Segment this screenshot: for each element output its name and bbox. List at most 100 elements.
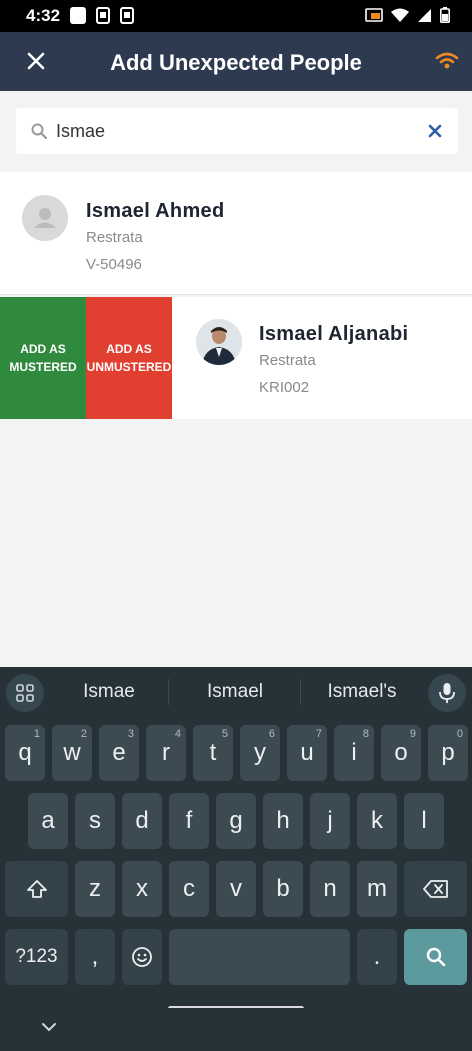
search-box: [16, 108, 458, 154]
person-row[interactable]: Ismael Ahmed Restrata V-50496: [0, 172, 472, 295]
cast-icon: [365, 7, 383, 28]
key-label: y: [254, 739, 266, 766]
suggestion-bar: Ismae Ismael Ismael's: [0, 667, 472, 719]
suggestion-item[interactable]: Ismael: [175, 681, 295, 703]
key-x[interactable]: x: [122, 861, 162, 917]
backspace-icon: [422, 880, 448, 898]
action-label: MUSTERED: [9, 360, 77, 374]
key-label: o: [394, 739, 408, 766]
key-e[interactable]: e3: [99, 725, 139, 781]
key-i[interactable]: i8: [334, 725, 374, 781]
status-icons: [365, 7, 450, 28]
key-hint: 5: [221, 728, 228, 740]
key-hint: 0: [456, 728, 463, 740]
key-c[interactable]: c: [169, 861, 209, 917]
wifi-icon: [435, 52, 459, 69]
avatar: [196, 319, 242, 365]
key-a[interactable]: a: [28, 793, 68, 849]
key-p[interactable]: p0: [428, 725, 468, 781]
keyboard: Ismae Ismael Ismael's q1 w2 e3 r4 t5 y6 …: [0, 667, 472, 1051]
person-row-swiped[interactable]: ADD AS MUSTERED ADD AS UNMUSTERED Ismael A…: [0, 297, 472, 419]
key-h[interactable]: h: [263, 793, 303, 849]
key-j[interactable]: j: [310, 793, 350, 849]
key-f[interactable]: f: [169, 793, 209, 849]
key-hint: 8: [362, 728, 369, 740]
search-icon: [30, 122, 48, 140]
signal-icon: [417, 8, 432, 28]
action-label: ADD AS: [106, 342, 152, 356]
shift-key[interactable]: [5, 861, 68, 917]
key-label: q: [18, 739, 32, 766]
person-name: Ismael Ahmed: [86, 200, 225, 222]
person-id: V-50496: [86, 256, 142, 273]
key-label: w: [63, 739, 81, 766]
app-bar: Add Unexpected People: [0, 32, 472, 91]
search-icon: [426, 947, 445, 967]
key-hint: 9: [409, 728, 416, 740]
clipboard-icon: [120, 7, 136, 24]
suggestion-item[interactable]: Ismael's: [302, 681, 422, 703]
key-hint: 4: [174, 728, 181, 740]
search-input[interactable]: [56, 108, 416, 154]
search-key[interactable]: [404, 929, 467, 985]
key-label: i: [351, 739, 357, 766]
close-icon: [428, 124, 442, 138]
key-d[interactable]: d: [122, 793, 162, 849]
key-b[interactable]: b: [263, 861, 303, 917]
key-u[interactable]: u7: [287, 725, 327, 781]
period-key[interactable]: .: [357, 929, 397, 985]
key-n[interactable]: n: [310, 861, 350, 917]
keyboard-menu-button[interactable]: [6, 674, 44, 712]
key-hint: 6: [268, 728, 275, 740]
key-k[interactable]: k: [357, 793, 397, 849]
divider: [168, 679, 169, 705]
key-z[interactable]: z: [75, 861, 115, 917]
suggestion-item[interactable]: Ismae: [49, 681, 169, 703]
add-as-unmustered-button[interactable]: ADD AS UNMUSTERED: [86, 297, 172, 419]
key-r[interactable]: r4: [146, 725, 186, 781]
key-s[interactable]: s: [75, 793, 115, 849]
symbols-key[interactable]: ?123: [5, 929, 68, 985]
key-hint: 3: [127, 728, 134, 740]
backspace-key[interactable]: [404, 861, 467, 917]
notification-icon: [70, 7, 86, 24]
key-label: r: [162, 739, 170, 766]
key-v[interactable]: v: [216, 861, 256, 917]
space-key[interactable]: [169, 929, 350, 985]
key-q[interactable]: q1: [5, 725, 45, 781]
comma-key[interactable]: ,: [75, 929, 115, 985]
battery-icon: [440, 7, 450, 28]
key-label: u: [300, 739, 314, 766]
microphone-icon: [439, 683, 455, 703]
key-l[interactable]: l: [404, 793, 444, 849]
person-id: KRI002: [259, 379, 310, 396]
connectivity-button[interactable]: [434, 48, 460, 74]
clear-search-button[interactable]: [426, 122, 444, 140]
divider: [300, 679, 301, 705]
search-area: [0, 91, 472, 171]
key-label: t: [209, 739, 217, 766]
status-time: 4:32: [26, 6, 61, 25]
key-label: p: [441, 739, 455, 766]
key-m[interactable]: m: [357, 861, 397, 917]
person-name: Ismael Aljanabi: [259, 323, 409, 345]
key-hint: 2: [80, 728, 87, 740]
voice-input-button[interactable]: [428, 674, 466, 712]
key-w[interactable]: w2: [52, 725, 92, 781]
key-o[interactable]: o9: [381, 725, 421, 781]
person-placeholder-icon: [22, 195, 68, 241]
emoji-key[interactable]: [122, 929, 162, 985]
clipboard-icon: [96, 7, 112, 24]
key-y[interactable]: y6: [240, 725, 280, 781]
grid-icon: [16, 684, 34, 702]
action-label: ADD AS: [20, 342, 66, 356]
chevron-down-icon[interactable]: [40, 1018, 58, 1036]
key-hint: 1: [33, 728, 40, 740]
emoji-icon: [132, 947, 152, 967]
add-as-mustered-button[interactable]: ADD AS MUSTERED: [0, 297, 86, 419]
shift-icon: [26, 880, 47, 898]
key-g[interactable]: g: [216, 793, 256, 849]
navigation-bar: [0, 1008, 472, 1051]
key-t[interactable]: t5: [193, 725, 233, 781]
action-label: UNMUSTERED: [86, 360, 172, 374]
